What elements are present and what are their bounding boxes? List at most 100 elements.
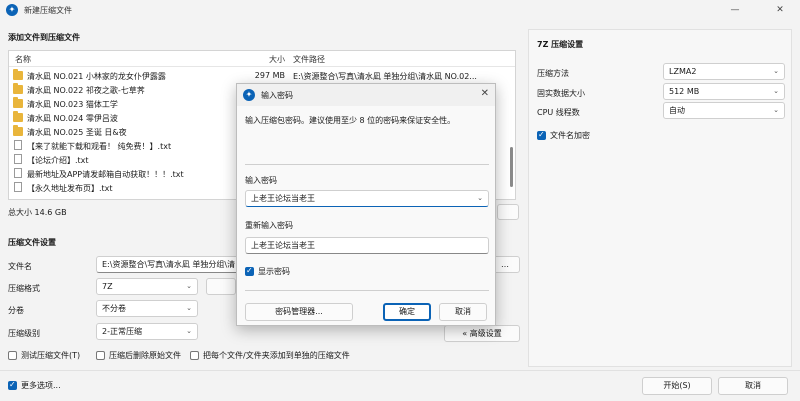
folder-icon bbox=[13, 83, 23, 94]
advanced-settings-button[interactable]: « 高级设置 bbox=[444, 325, 520, 342]
filename-input[interactable]: E:\资源整合\写真\清水凪 单独分组\清 bbox=[96, 256, 246, 273]
file-path: E:\资源整合\写真\清水凪 单独分组\清水凪 NO.02... bbox=[293, 72, 477, 81]
settings-section-title: 压缩文件设置 bbox=[8, 238, 56, 247]
split-value: 不分卷 bbox=[102, 304, 126, 313]
files-section-title: 添加文件到压缩文件 bbox=[8, 33, 80, 42]
window-title: 新建压缩文件 bbox=[24, 6, 72, 15]
file-name: 清水凪 NO.025 圣诞 日&夜 bbox=[27, 128, 127, 137]
close-icon[interactable]: ✕ bbox=[481, 88, 489, 99]
file-name: 最新地址及APP请发邮箱自动获取！！！.txt bbox=[27, 170, 184, 179]
chevron-down-icon: ⌄ bbox=[186, 282, 192, 290]
dialog-divider bbox=[245, 164, 489, 165]
filename-label: 文件名 bbox=[8, 262, 32, 271]
text-file-icon bbox=[14, 140, 22, 150]
chevron-down-icon: ⌄ bbox=[773, 106, 779, 114]
dict-label: 固实数据大小 bbox=[537, 89, 585, 98]
dict-select[interactable]: 512 MB ⌄ bbox=[663, 83, 785, 100]
checkbox-box bbox=[96, 351, 105, 360]
column-size[interactable]: 大小 bbox=[269, 54, 285, 65]
password-value: 上老王论坛当老王 bbox=[251, 194, 315, 203]
format-options-button-partial[interactable] bbox=[206, 278, 236, 295]
level-label: 压缩级别 bbox=[8, 329, 40, 338]
password-label: 输入密码 bbox=[245, 176, 277, 185]
threads-value: 自动 bbox=[669, 106, 685, 115]
checkbox-box bbox=[537, 130, 546, 140]
total-size: 总大小 14.6 GB bbox=[8, 208, 67, 217]
checkbox-label: 压缩后删除原始文件 bbox=[109, 351, 181, 360]
format-settings-title: 7Z 压缩设置 bbox=[537, 40, 584, 49]
ok-button[interactable]: 确定 bbox=[383, 303, 431, 321]
checkbox-label: 更多选项... bbox=[21, 381, 61, 390]
dialog-logo-icon: ✦ bbox=[243, 89, 255, 101]
file-size: 297 MB bbox=[254, 71, 285, 80]
start-button[interactable]: 开始(S) bbox=[642, 377, 712, 395]
password-input[interactable]: 上老王论坛当老王 ⌄ bbox=[245, 190, 489, 207]
level-value: 2-正常压缩 bbox=[102, 327, 142, 336]
checkbox-box bbox=[8, 351, 17, 360]
level-select[interactable]: 2-正常压缩 ⌄ bbox=[96, 323, 198, 340]
dialog-message: 输入压缩包密码。建议使用至少 8 位的密码来保证安全性。 bbox=[245, 116, 456, 125]
text-file-icon bbox=[14, 182, 22, 192]
folder-icon bbox=[13, 97, 23, 108]
checkbox-label: 把每个文件/文件夹添加到单独的压缩文件 bbox=[203, 351, 350, 360]
format-value: 7Z bbox=[102, 282, 113, 291]
title-bar: ✦ 新建压缩文件 — ✕ bbox=[0, 0, 800, 20]
dict-value: 512 MB bbox=[669, 87, 700, 96]
file-name: 清水凪 NO.024 零伊吕波 bbox=[27, 114, 118, 123]
app-logo-icon: ✦ bbox=[6, 4, 18, 16]
split-select[interactable]: 不分卷 ⌄ bbox=[96, 300, 198, 317]
threads-select[interactable]: 自动 ⌄ bbox=[663, 102, 785, 119]
dialog-divider bbox=[245, 290, 489, 291]
file-name: 【永久地址发布页】.txt bbox=[27, 184, 113, 193]
chevron-down-icon: ⌄ bbox=[186, 304, 192, 312]
file-name: 清水凪 NO.023 猫体工学 bbox=[27, 100, 118, 109]
dialog-cancel-button[interactable]: 取消 bbox=[439, 303, 487, 321]
file-name: 【论坛介绍】.txt bbox=[27, 156, 89, 165]
threads-label: CPU 线程数 bbox=[537, 108, 580, 117]
method-select[interactable]: LZMA2 ⌄ bbox=[663, 63, 785, 80]
method-value: LZMA2 bbox=[669, 67, 697, 76]
split-label: 分卷 bbox=[8, 306, 24, 315]
show-password-checkbox[interactable]: 显示密码 bbox=[245, 266, 290, 277]
bottom-bar: 更多选项... 开始(S) 取消 bbox=[0, 370, 800, 401]
minimize-icon[interactable]: — bbox=[720, 3, 750, 17]
remove-button-partial[interactable] bbox=[497, 204, 519, 220]
format-label: 压缩格式 bbox=[8, 284, 40, 293]
file-name: 清水凪 NO.022 祁夜之歌-七草荠 bbox=[27, 86, 145, 95]
more-options-checkbox[interactable]: 更多选项... bbox=[8, 380, 61, 391]
checkbox-box bbox=[8, 380, 17, 390]
chevron-down-icon: ⌄ bbox=[186, 327, 192, 335]
file-name: 【来了就能下载和观看！ 纯免费！】.txt bbox=[27, 142, 172, 151]
checkbox-label: 文件名加密 bbox=[550, 131, 590, 140]
column-name[interactable]: 名称 bbox=[15, 54, 31, 65]
folder-icon bbox=[13, 111, 23, 122]
test-archive-checkbox[interactable]: 测试压缩文件(T) bbox=[8, 350, 80, 361]
column-path[interactable]: 文件路径 bbox=[293, 54, 325, 65]
reenter-label: 重新输入密码 bbox=[245, 221, 293, 230]
file-name: 清水凪 NO.021 小林家的龙女仆伊露露 bbox=[27, 72, 166, 81]
dialog-title-bar: ✦ 输入密码 ✕ bbox=[237, 84, 495, 106]
chevron-down-icon: ⌄ bbox=[773, 67, 779, 75]
cancel-button[interactable]: 取消 bbox=[718, 377, 788, 395]
table-row[interactable]: 清水凪 NO.021 小林家的龙女仆伊露露 297 MB E:\资源整合\写真\… bbox=[9, 69, 515, 83]
checkbox-label: 测试压缩文件(T) bbox=[21, 351, 81, 360]
folder-icon bbox=[13, 125, 23, 136]
dialog-title: 输入密码 bbox=[261, 91, 293, 100]
each-separate-checkbox[interactable]: 把每个文件/文件夹添加到单独的压缩文件 bbox=[190, 350, 350, 361]
method-label: 压缩方法 bbox=[537, 69, 569, 78]
file-list-scrollbar[interactable] bbox=[510, 147, 513, 187]
reenter-password-input[interactable]: 上老王论坛当老王 bbox=[245, 237, 489, 254]
chevron-down-icon[interactable]: ⌄ bbox=[477, 191, 483, 206]
encrypt-names-checkbox[interactable]: 文件名加密 bbox=[537, 130, 590, 141]
format-select[interactable]: 7Z ⌄ bbox=[96, 278, 198, 295]
text-file-icon bbox=[14, 168, 22, 178]
text-file-icon bbox=[14, 154, 22, 164]
checkbox-box bbox=[190, 351, 199, 360]
folder-icon bbox=[13, 69, 23, 80]
checkbox-label: 显示密码 bbox=[258, 267, 290, 276]
close-window-icon[interactable]: ✕ bbox=[765, 3, 795, 17]
chevron-down-icon: ⌄ bbox=[773, 87, 779, 95]
delete-after-checkbox[interactable]: 压缩后删除原始文件 bbox=[96, 350, 181, 361]
password-manager-button[interactable]: 密码管理器... bbox=[245, 303, 353, 321]
checkbox-box bbox=[245, 266, 254, 276]
